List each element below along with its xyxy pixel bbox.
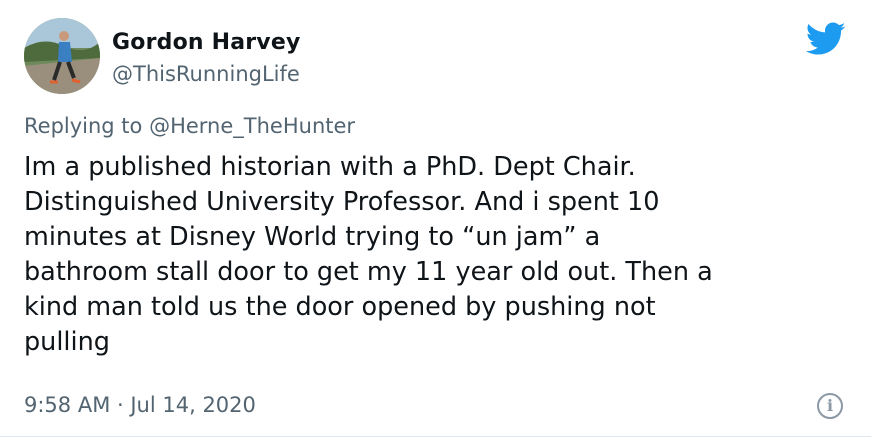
tweet-time: 9:58 AM [24, 393, 111, 417]
bottom-divider [0, 436, 871, 437]
twitter-bird-icon[interactable] [805, 22, 846, 56]
user-handle[interactable]: @ThisRunningLife [112, 62, 300, 86]
timestamp-separator: · [110, 393, 131, 417]
tweet-date: Jul 14, 2020 [130, 393, 256, 417]
display-name[interactable]: Gordon Harvey [112, 30, 301, 55]
avatar[interactable] [24, 18, 100, 94]
replying-to: Replying to @Herne_TheHunter [24, 114, 355, 138]
info-icon[interactable]: i [817, 393, 843, 419]
tweet-text: Im a published historian with a PhD. Dep… [24, 152, 713, 357]
tweet-card: Gordon Harvey @ThisRunningLife Replying … [0, 0, 871, 438]
tweet-timestamp[interactable]: 9:58 AM · Jul 14, 2020 [24, 393, 256, 417]
replying-to-label: Replying to [24, 114, 150, 138]
reply-mention-link[interactable]: @Herne_TheHunter [149, 114, 355, 138]
